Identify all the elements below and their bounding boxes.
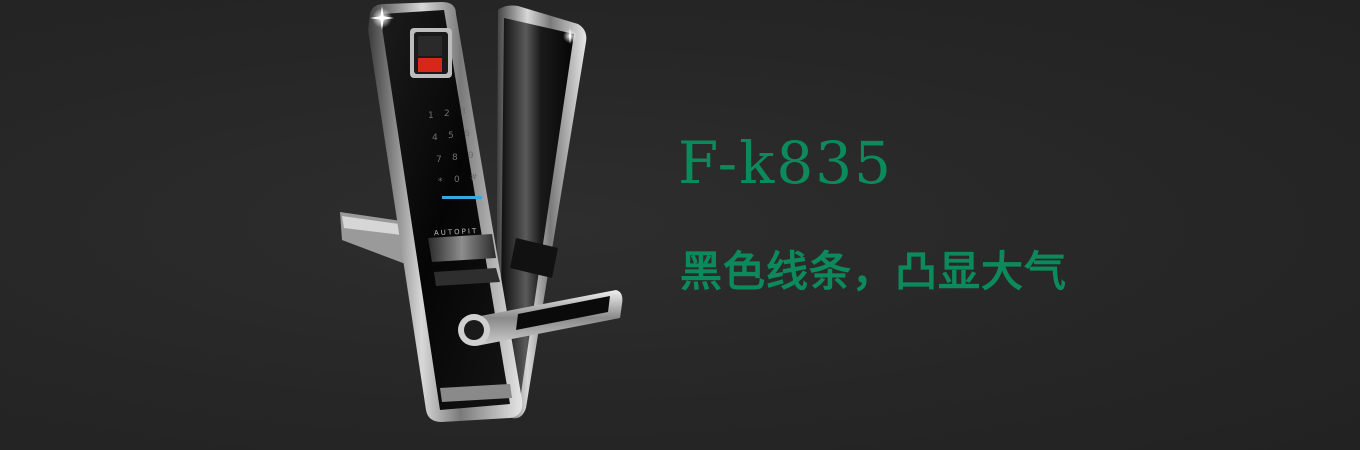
smart-door-lock-image: 1 2 3 4 5 6 7 8 9 * 0 # AUTOPIT <box>340 2 623 422</box>
svg-text:5: 5 <box>448 131 454 141</box>
svg-text:#: # <box>470 173 478 183</box>
svg-text:7: 7 <box>436 155 442 165</box>
product-model-title: F-k835 <box>678 129 894 197</box>
svg-text:2: 2 <box>444 109 450 119</box>
product-banner: 1 2 3 4 5 6 7 8 9 * 0 # AUTOPIT F-k835 黑… <box>0 0 1360 450</box>
svg-text:8: 8 <box>452 153 458 163</box>
svg-text:9: 9 <box>468 151 474 161</box>
svg-text:3: 3 <box>460 107 466 117</box>
product-slogan: 黑色线条，凸显大气 <box>680 247 1068 296</box>
svg-text:*: * <box>438 177 443 187</box>
svg-text:1: 1 <box>428 111 434 121</box>
svg-text:0: 0 <box>454 175 460 185</box>
svg-text:4: 4 <box>432 133 438 143</box>
status-indicator <box>442 196 482 199</box>
svg-text:6: 6 <box>464 129 470 139</box>
fingerprint-sensor-icon <box>410 28 452 78</box>
